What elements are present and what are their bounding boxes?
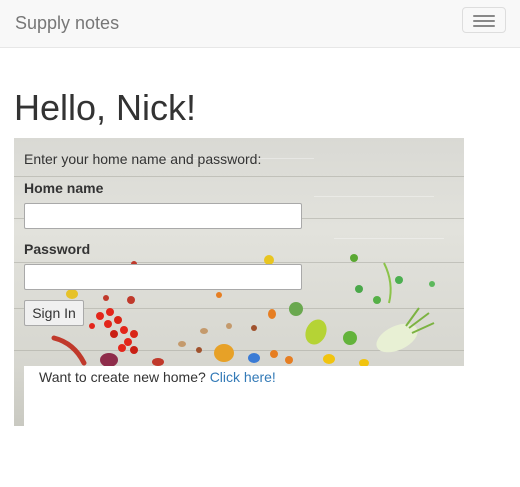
panel-background-strip xyxy=(14,366,24,426)
password-input[interactable] xyxy=(24,264,302,290)
create-home-link[interactable]: Click here! xyxy=(210,369,276,385)
page-title: Hello, Nick! xyxy=(14,87,197,128)
top-navbar: Supply notes xyxy=(0,0,520,48)
app-brand[interactable]: Supply notes xyxy=(15,12,119,34)
create-home-text: Want to create new home? xyxy=(39,369,206,385)
login-panel: Enter your home name and password: Home … xyxy=(14,138,464,366)
sign-in-button[interactable]: Sign In xyxy=(24,300,84,326)
login-instructions: Enter your home name and password: xyxy=(24,151,262,167)
home-name-label: Home name xyxy=(24,180,104,196)
password-label: Password xyxy=(24,241,91,257)
create-home-prompt: Want to create new home? Click here! xyxy=(39,369,276,385)
hamburger-menu-icon[interactable] xyxy=(462,7,506,33)
home-name-input[interactable] xyxy=(24,203,302,229)
